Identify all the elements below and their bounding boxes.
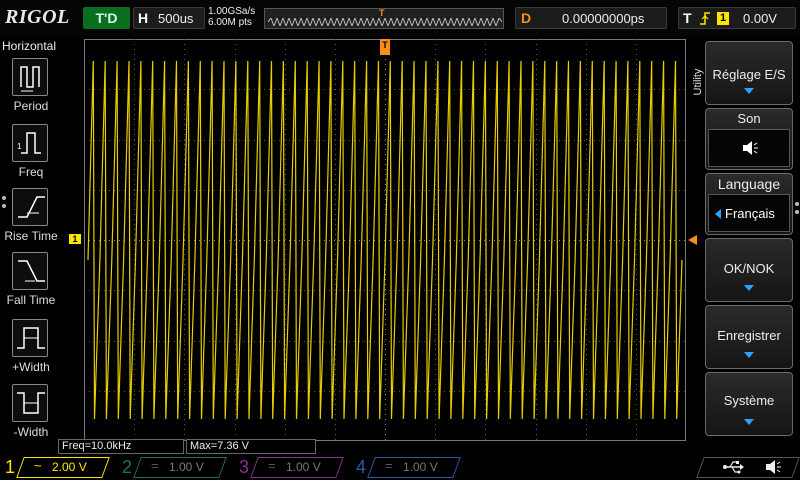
chevron-down-icon <box>744 285 754 291</box>
io-setup-label: Réglage E/S <box>712 67 786 82</box>
chevron-left-icon <box>715 209 721 219</box>
measure-freq-button[interactable]: 1 Freq <box>0 124 60 180</box>
left-scroll-dots <box>2 196 6 216</box>
svg-text:1: 1 <box>17 142 22 151</box>
channel-3-status[interactable]: 3 = 1.00 V <box>234 455 346 480</box>
delay-value: 0.00000000ps <box>562 11 645 26</box>
trigger-box[interactable]: T 1 0.00V <box>678 7 796 29</box>
sound-label: Son <box>737 111 761 126</box>
channel-1-scale: 2.00 V <box>52 460 87 474</box>
neg-width-icon <box>12 384 48 422</box>
measure-rise-time-label: Rise Time <box>4 229 58 243</box>
ac-coupling-icon: ~ <box>34 458 42 473</box>
measure-pos-width-label: +Width <box>12 360 50 374</box>
max-result[interactable]: Max=7.36 V <box>186 439 316 454</box>
language-button[interactable]: Language Français <box>705 173 793 235</box>
dc-coupling-icon: = <box>385 458 393 473</box>
pos-width-icon <box>12 319 48 357</box>
language-value: Français <box>725 206 775 221</box>
language-label: Language <box>717 176 781 192</box>
dc-coupling-icon: = <box>151 458 159 473</box>
measure-period-button[interactable]: Period <box>0 58 60 114</box>
measure-period-label: Period <box>13 99 49 113</box>
pass-fail-label: OK/NOK <box>723 261 775 276</box>
delay-box[interactable]: D 0.00000000ps <box>515 7 667 29</box>
measure-fall-time-label: Fall Time <box>6 293 56 307</box>
channel-1-status[interactable]: 1 ~ 2.00 V <box>0 455 112 480</box>
measure-panel: Horizontal Period 1 Freq Rise Time Fall … <box>0 38 60 440</box>
usb-icon <box>723 461 744 474</box>
brand-logo: RIGOL <box>5 6 70 28</box>
channel-4-status[interactable]: 4 = 1.00 V <box>351 455 463 480</box>
timebase-value: 500us <box>158 11 194 26</box>
timebase-box[interactable]: H 500us <box>133 7 205 29</box>
memory-waveform-preview <box>268 18 502 26</box>
trigger-level: 0.00V <box>743 11 777 26</box>
channel-2-status[interactable]: 2 = 1.00 V <box>117 455 229 480</box>
chevron-down-icon <box>744 352 754 358</box>
measure-neg-width-button[interactable]: -Width <box>0 384 60 440</box>
chevron-down-icon <box>744 419 754 425</box>
measure-pos-width-button[interactable]: +Width <box>0 319 60 375</box>
freq-icon: 1 <box>12 124 48 162</box>
trigger-position-marker: T <box>379 8 385 18</box>
delay-letter: D <box>521 10 532 26</box>
sound-value-box <box>708 129 790 167</box>
measure-freq-label: Freq <box>18 165 44 179</box>
menu-tab-label: Utility <box>692 68 704 96</box>
channel-3-scale: 1.00 V <box>286 460 321 474</box>
fall-time-icon <box>12 252 48 290</box>
io-setup-button[interactable]: Réglage E/S <box>705 41 793 105</box>
measure-category-title: Horizontal <box>2 39 57 53</box>
trigger-source-badge: 1 <box>717 12 729 25</box>
sound-button[interactable]: Son <box>705 108 793 170</box>
record-label: Enregistrer <box>717 328 781 343</box>
system-label: Système <box>723 393 775 408</box>
record-button[interactable]: Enregistrer <box>705 305 793 369</box>
status-frame <box>696 457 800 478</box>
channel-2-scale: 1.00 V <box>169 460 204 474</box>
acquisition-info: 1.00GSa/s 6.00M pts <box>208 6 255 28</box>
measure-fall-time-button[interactable]: Fall Time <box>0 252 60 308</box>
waveform-display[interactable] <box>84 39 686 441</box>
sample-rate: 1.00GSa/s <box>208 6 256 17</box>
freq-result[interactable]: Freq=10.0kHz <box>58 439 184 454</box>
measure-neg-width-label: -Width <box>13 425 49 439</box>
menu-tab: Utility <box>688 40 704 134</box>
timebase-letter: H <box>138 10 149 26</box>
dc-coupling-icon: = <box>268 458 276 473</box>
trigger-letter: T <box>683 10 692 26</box>
speaker-icon <box>766 460 781 474</box>
pass-fail-button[interactable]: OK/NOK <box>705 238 793 302</box>
language-value-box: Français <box>708 194 790 232</box>
measure-rise-time-button[interactable]: Rise Time <box>0 188 60 244</box>
rising-edge-icon <box>700 12 710 25</box>
top-status-bar: RIGOL T'D H 500us 1.00GSa/s 6.00M pts T … <box>0 0 800 36</box>
channel-4-scale: 1.00 V <box>403 460 438 474</box>
trigger-position-marker-grid[interactable]: T <box>380 39 390 55</box>
graticule <box>84 39 686 441</box>
right-scroll-dots <box>795 202 799 222</box>
channel-bar: 1 ~ 2.00 V 2 = 1.00 V 3 = 1.00 V 4 = 1.0… <box>0 455 800 480</box>
rise-time-icon <box>12 188 48 226</box>
speaker-icon <box>743 141 758 155</box>
ch1-offset-marker[interactable]: 1 <box>69 234 81 244</box>
memory-depth: 6.00M pts <box>208 17 252 28</box>
period-icon <box>12 58 48 96</box>
system-button[interactable]: Système <box>705 372 793 436</box>
memory-overview-bar[interactable]: T <box>264 8 504 29</box>
chevron-down-icon <box>744 88 754 94</box>
run-state-badge[interactable]: T'D <box>83 7 130 29</box>
